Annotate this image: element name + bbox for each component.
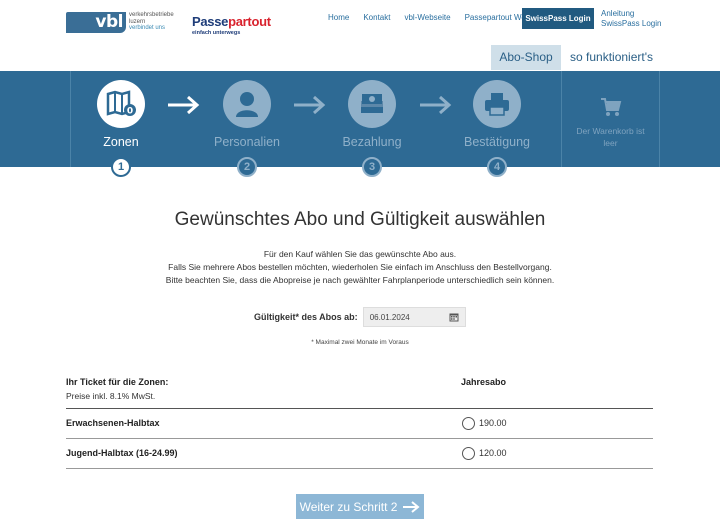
cart-status-line2: leer	[603, 138, 618, 148]
cart-box[interactable]: Der Warenkorb ist leer	[562, 71, 660, 167]
nav-vbl-website-link[interactable]: vbl-Webseite	[404, 13, 450, 22]
step-bestaetigung[interactable]: Bestätigung	[447, 80, 547, 149]
step-circle	[348, 80, 396, 128]
jahresabo-radio[interactable]	[462, 417, 475, 430]
help-links: Anleitung SwissPass Login	[601, 9, 661, 29]
step-label: Bestätigung	[463, 135, 531, 149]
header-jahresabo: Jahresabo	[461, 377, 507, 387]
intro-text: Für den Kauf wählen Sie das gewünschte A…	[0, 248, 720, 287]
validity-date-input[interactable]: 06.01.2024	[362, 307, 466, 327]
step-label: Bezahlung	[342, 135, 402, 149]
arrow-right-icon	[403, 500, 420, 513]
nav-home-link[interactable]: Home	[328, 13, 349, 22]
table-row: Erwachsenen-Halbtax 190.00	[66, 409, 653, 439]
vbl-logo[interactable]: vbl verkehrsbetriebe luzern verbindet un…	[66, 12, 174, 33]
step-personalien[interactable]: Personalien	[197, 80, 297, 149]
next-step-button[interactable]: Weiter zu Schritt 2	[296, 494, 424, 519]
page-title: Gewünschtes Abo und Gültigkeit auswählen	[174, 209, 546, 230]
calendar-icon[interactable]	[449, 312, 459, 322]
table-header: Ihr Ticket für die Zonen: Preise inkl. 8…	[66, 375, 653, 409]
header-zones: Ihr Ticket für die Zonen:	[66, 377, 169, 387]
ticket-label: Jugend-Halbtax (16-24.99)	[66, 448, 178, 458]
vbl-logo-mark: vbl	[66, 12, 126, 33]
intro-line: Falls Sie mehrere Abos bestellen möchten…	[168, 262, 552, 272]
cart-icon	[600, 98, 621, 116]
validity-note: * Maximal zwei Monate im Voraus	[311, 339, 409, 346]
step-number: 3	[362, 157, 382, 177]
vbl-logo-line1: verkehrsbetriebe	[129, 12, 174, 18]
step-zonen[interactable]: 0 Zonen	[71, 80, 171, 149]
passepartout-name-main: Passe	[192, 14, 229, 29]
swisspass-login-link[interactable]: SwissPass Login	[601, 19, 661, 29]
money-icon	[361, 94, 383, 113]
ticket-table: Ihr Ticket für die Zonen: Preise inkl. 8…	[66, 375, 653, 469]
printer-icon	[485, 93, 509, 116]
ticket-price: 190.00	[479, 418, 507, 428]
step-number: 4	[487, 157, 507, 177]
validity-label: Gültigkeit* des Abos ab:	[254, 312, 358, 322]
next-step-label: Weiter zu Schritt 2	[299, 499, 398, 514]
step-circle	[473, 80, 521, 128]
cart-status: Der Warenkorb ist leer	[562, 125, 659, 149]
step-number: 1	[111, 157, 131, 177]
ticket-label: Erwachsenen-Halbtax	[66, 418, 160, 428]
step-number: 2	[237, 157, 257, 177]
ticket-price: 120.00	[479, 448, 507, 458]
jahresabo-radio[interactable]	[462, 447, 475, 460]
step-bezahlung[interactable]: Bezahlung	[322, 80, 422, 149]
intro-line: Bitte beachten Sie, dass die Abopreise j…	[165, 275, 555, 285]
swisspass-login-button[interactable]: SwissPass Login	[522, 8, 594, 29]
vbl-logo-text: verkehrsbetriebe luzern verbindet uns	[129, 12, 174, 32]
step-label: Personalien	[213, 135, 280, 149]
passepartout-logo[interactable]: Passepartout einfach unterwegs	[192, 14, 271, 36]
nav-kontakt-link[interactable]: Kontakt	[363, 13, 390, 22]
table-row: Jugend-Halbtax (16-24.99) 120.00	[66, 439, 653, 469]
passepartout-name-accent: partout	[228, 14, 271, 29]
tab-abo-shop[interactable]: Abo-Shop	[491, 45, 561, 70]
step-circle: 0	[97, 80, 145, 128]
header: vbl verkehrsbetriebe luzern verbindet un…	[0, 0, 720, 44]
intro-line: Für den Kauf wählen Sie das gewünschte A…	[263, 249, 457, 259]
validity-date-value: 06.01.2024	[369, 312, 410, 322]
header-vat: Preise inkl. 8.1% MwSt.	[66, 391, 156, 401]
anleitung-link[interactable]: Anleitung	[601, 9, 661, 19]
svg-text:0: 0	[127, 107, 133, 117]
vbl-logo-tagline: verbindet uns	[129, 25, 166, 31]
validity-row: Gültigkeit* des Abos ab: 06.01.2024	[254, 307, 466, 327]
person-icon	[236, 92, 258, 117]
map-zones-icon: 0	[106, 90, 136, 117]
passepartout-tagline: einfach unterwegs	[192, 30, 241, 36]
step-label: Zonen	[103, 135, 139, 149]
cart-status-line1: Der Warenkorb ist	[576, 126, 645, 136]
tab-how-it-works[interactable]: so funktioniert's	[570, 45, 653, 70]
step-circle	[223, 80, 271, 128]
passepartout-name: Passepartout	[192, 14, 271, 29]
